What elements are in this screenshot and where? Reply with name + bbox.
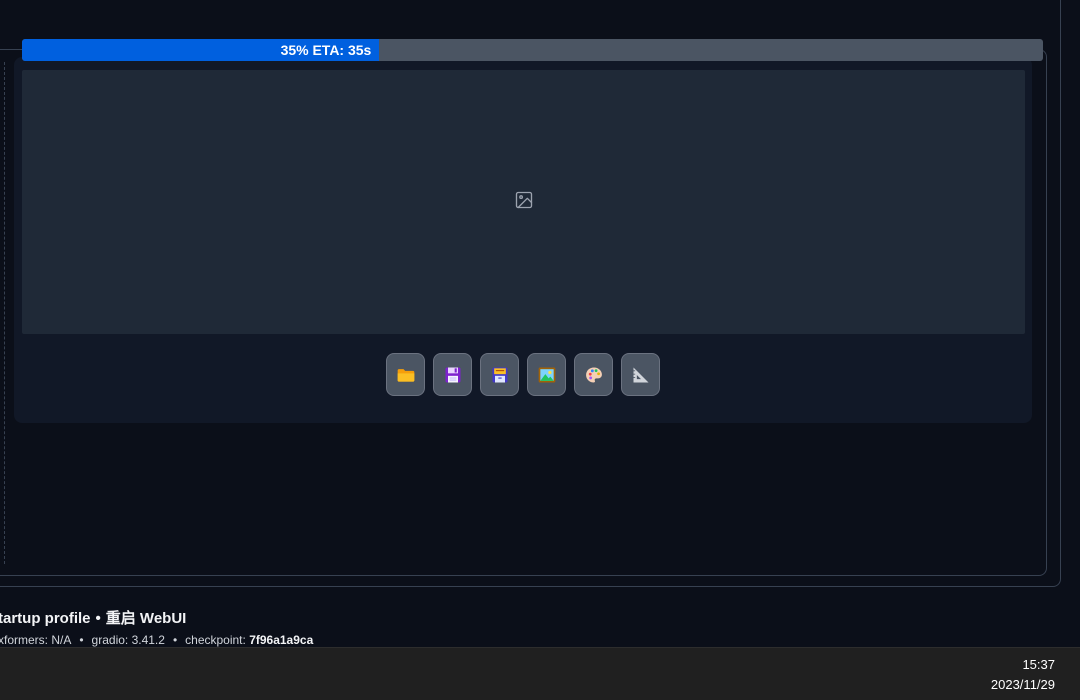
send-to-img2img-button[interactable] bbox=[527, 353, 566, 396]
version-info: xformers: N/A • gradio: 3.41.2 • checkpoint:… bbox=[0, 633, 313, 647]
startup-profile-link[interactable]: tartup profile bbox=[0, 610, 91, 627]
progress-bar: 35% ETA: 35s bbox=[22, 39, 1043, 61]
palette-icon bbox=[585, 367, 602, 382]
restart-webui-link[interactable]: 重启 WebUI bbox=[106, 610, 187, 627]
progress-fill: 35% ETA: 35s bbox=[22, 39, 380, 61]
zip-button[interactable] bbox=[480, 353, 519, 396]
archive-icon bbox=[492, 367, 507, 382]
taskbar: 15:37 2023/11/29 bbox=[0, 647, 1080, 700]
folder-icon bbox=[397, 368, 414, 382]
output-image-area[interactable] bbox=[22, 70, 1025, 334]
send-to-extras-button[interactable] bbox=[621, 353, 660, 396]
clock-date: 2023/11/29 bbox=[990, 677, 1055, 692]
version-separator: • bbox=[172, 633, 178, 647]
floppy-disk-icon bbox=[445, 367, 460, 382]
image-action-toolbar bbox=[386, 353, 660, 396]
picture-icon bbox=[538, 367, 555, 382]
xformers-version: xformers: N/A bbox=[0, 633, 72, 647]
send-to-inpaint-button[interactable] bbox=[574, 353, 613, 396]
open-folder-button[interactable] bbox=[386, 353, 425, 396]
footer-separator: • bbox=[95, 610, 101, 627]
tray-clock[interactable]: 15:37 2023/11/29 bbox=[991, 655, 1055, 695]
column-divider bbox=[4, 62, 5, 564]
footer-links: tartup profile • 重启 WebUI bbox=[0, 607, 186, 628]
clock-time: 15:37 bbox=[1022, 657, 1055, 672]
image-icon bbox=[515, 191, 532, 209]
version-separator: • bbox=[79, 633, 84, 647]
checkpoint-hash[interactable]: 7f96a1a9ca bbox=[249, 633, 313, 647]
save-button[interactable] bbox=[433, 353, 472, 396]
checkpoint-label: checkpoint: bbox=[185, 633, 246, 647]
triangle-ruler-icon bbox=[633, 367, 648, 382]
gradio-version: gradio: 3.41.2 bbox=[91, 633, 165, 647]
progress-label: 35% ETA: 35s bbox=[280, 42, 372, 58]
